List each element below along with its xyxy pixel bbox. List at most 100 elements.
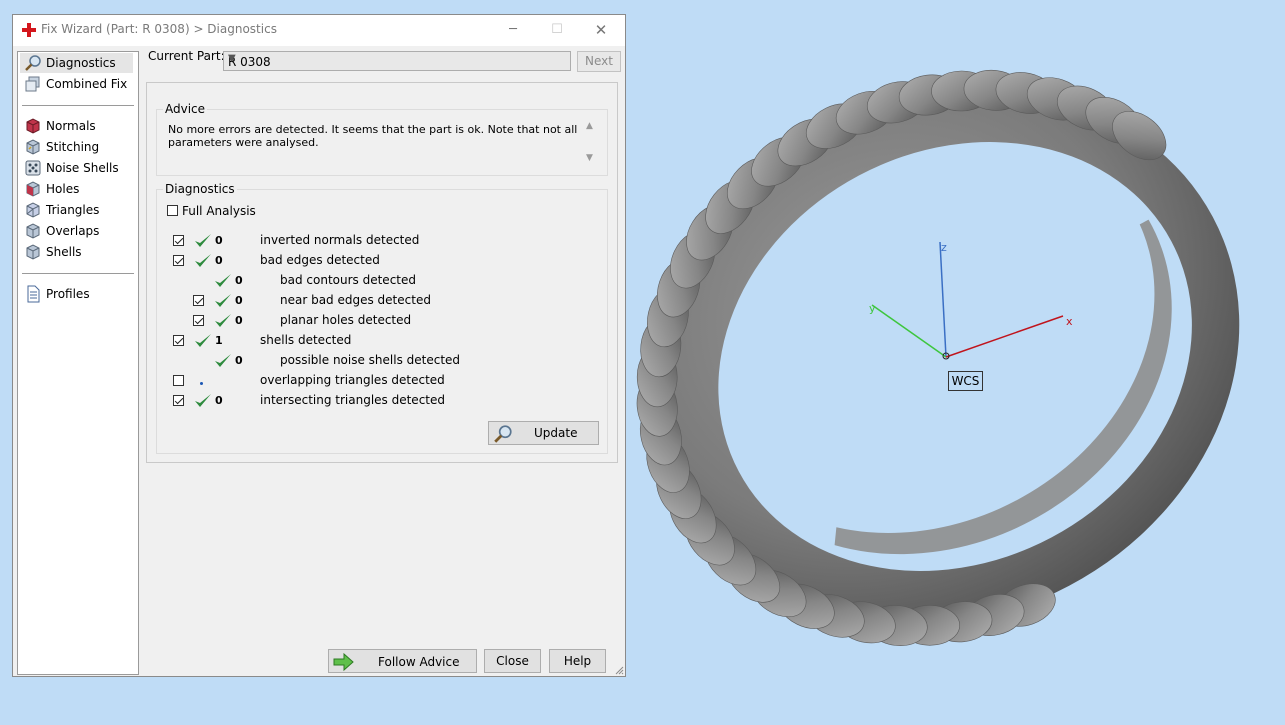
scroll-up-icon[interactable]: ▲ [586,121,593,131]
advice-title: Advice [163,102,208,116]
diagnostic-checkbox[interactable] [173,255,184,266]
sidebar-item-diagnostics[interactable]: Diagnostics [20,53,133,73]
diagnostic-checkbox[interactable] [173,375,184,386]
cube-red-icon [26,118,40,134]
chevron-down-icon: ▼ [228,53,236,64]
title-bar[interactable]: Fix Wizard (Part: R 0308) > Diagnostics … [13,15,625,46]
diagnostic-count: 0 [235,274,243,287]
check-icon [215,314,231,327]
current-part-select[interactable]: R 0308 ▼ [223,51,571,71]
diagnostic-checkbox[interactable] [173,235,184,246]
diagnostic-row: 0 near bad edges detected [157,293,597,314]
update-label: Update [534,426,578,440]
diagnostic-row: 0 bad contours detected [157,273,597,294]
follow-advice-label: Follow Advice [378,655,460,669]
diagnostic-label: near bad edges detected [280,293,431,307]
scroll-down-icon[interactable]: ▼ [586,153,593,163]
diagnostics-group: Diagnostics Full Analysis 0 inverted norm… [156,182,608,454]
sidebar-item-label: Shells [46,245,82,259]
check-icon [195,254,211,267]
diagnostic-count: 0 [235,314,243,327]
red-cross-icon [22,23,36,37]
window-title: Fix Wizard (Part: R 0308) > Diagnostics [41,22,277,36]
y-axis-label: y [869,302,876,315]
next-button[interactable]: Next [577,51,621,72]
cube-shell-icon [26,244,40,260]
diagnostic-count: 0 [215,234,223,247]
close-button[interactable]: Close [484,649,541,673]
cube-triangles-icon [26,202,40,218]
diagnostic-checkbox[interactable] [173,335,184,346]
diagnostic-label: overlapping triangles detected [260,373,445,387]
advice-scrollbar[interactable]: ▲ ▼ [583,121,599,165]
sidebar-item-stitching[interactable]: Stitching [20,137,133,157]
sidebar-item-label: Noise Shells [46,161,119,175]
sidebar-item-label: Stitching [46,140,100,154]
fix-wizard-window: Fix Wizard (Part: R 0308) > Diagnostics … [12,14,626,677]
full-analysis-checkbox[interactable] [167,205,178,216]
sidebar-item-label: Diagnostics [46,56,116,70]
magnifier-icon [494,425,512,443]
diagnostic-label: planar holes detected [280,313,412,327]
advice-group: Advice No more errors are detected. It s… [156,102,608,176]
sidebar-item-label: Normals [46,119,96,133]
diagnostic-label: shells detected [260,333,352,347]
sidebar-item-overlaps[interactable]: Overlaps [20,221,133,241]
diagnostic-label: intersecting triangles detected [260,393,445,407]
check-icon [215,294,231,307]
document-icon [27,285,40,303]
sidebar-item-holes[interactable]: Holes [20,179,133,199]
check-icon [195,394,211,407]
help-button[interactable]: Help [549,649,606,673]
z-axis-label: z [941,241,947,254]
cube-hole-icon [26,181,40,197]
update-button[interactable]: Update [488,421,599,445]
magnifier-icon [25,55,41,71]
diagnostic-row: 0 possible noise shells detected [157,353,597,374]
sidebar-divider [22,273,134,274]
check-icon [195,234,211,247]
sidebar-item-label: Holes [46,182,80,196]
diagnostic-checkbox[interactable] [193,295,204,306]
sidebar-item-normals[interactable]: Normals [20,116,133,136]
diagnostic-count: 0 [215,254,223,267]
sidebar-item-label: Overlaps [46,224,100,238]
sidebar-item-shells[interactable]: Shells [20,242,133,262]
current-part-label: Current Part: [148,49,225,63]
green-arrow-icon [333,652,354,672]
sidebar-item-label: Profiles [46,287,90,301]
check-icon [215,274,231,287]
diagnostics-panel: Advice No more errors are detected. It s… [146,82,618,463]
dice-icon [25,160,41,176]
minimize-button[interactable]: ─ [491,15,535,46]
x-axis-label: x [1066,315,1073,328]
diagnostic-row: 1 shells detected [157,333,597,354]
cube-stitch-icon [26,139,40,155]
diagnostic-checkbox[interactable] [173,395,184,406]
diagnostic-row: 0 bad edges detected [157,253,597,274]
sidebar-item-noise-shells[interactable]: Noise Shells [20,158,133,178]
diagnostic-row: 0 planar holes detected [157,313,597,334]
advice-text: No more errors are detected. It seems th… [168,123,578,149]
diagnostic-row: 0 inverted normals detected [157,233,597,254]
diagnostic-label: inverted normals detected [260,233,420,247]
diagnostic-count: 1 [215,334,223,347]
diagnostic-count: 0 [235,294,243,307]
diagnostic-count: 0 [235,354,243,367]
close-window-button[interactable]: ✕ [579,15,623,46]
resize-grip-icon[interactable] [614,665,624,675]
follow-advice-button[interactable]: Follow Advice [328,649,477,673]
cube-overlap-icon [26,223,40,239]
sidebar-item-label: Combined Fix [46,77,128,91]
diagnostic-count: 0 [215,394,223,407]
sidebar-item-triangles[interactable]: Triangles [20,200,133,220]
maximize-button[interactable]: ☐ [535,15,579,46]
sidebar-item-label: Triangles [46,203,100,217]
diagnostic-checkbox[interactable] [193,315,204,326]
check-icon [195,334,211,347]
diagnostic-row: 0 intersecting triangles detected [157,393,597,414]
sidebar-item-profiles[interactable]: Profiles [20,284,133,304]
diagnostic-label: possible noise shells detected [280,353,461,367]
sidebar-item-combined-fix[interactable]: Combined Fix [20,74,133,94]
cubes-icon [25,76,40,92]
